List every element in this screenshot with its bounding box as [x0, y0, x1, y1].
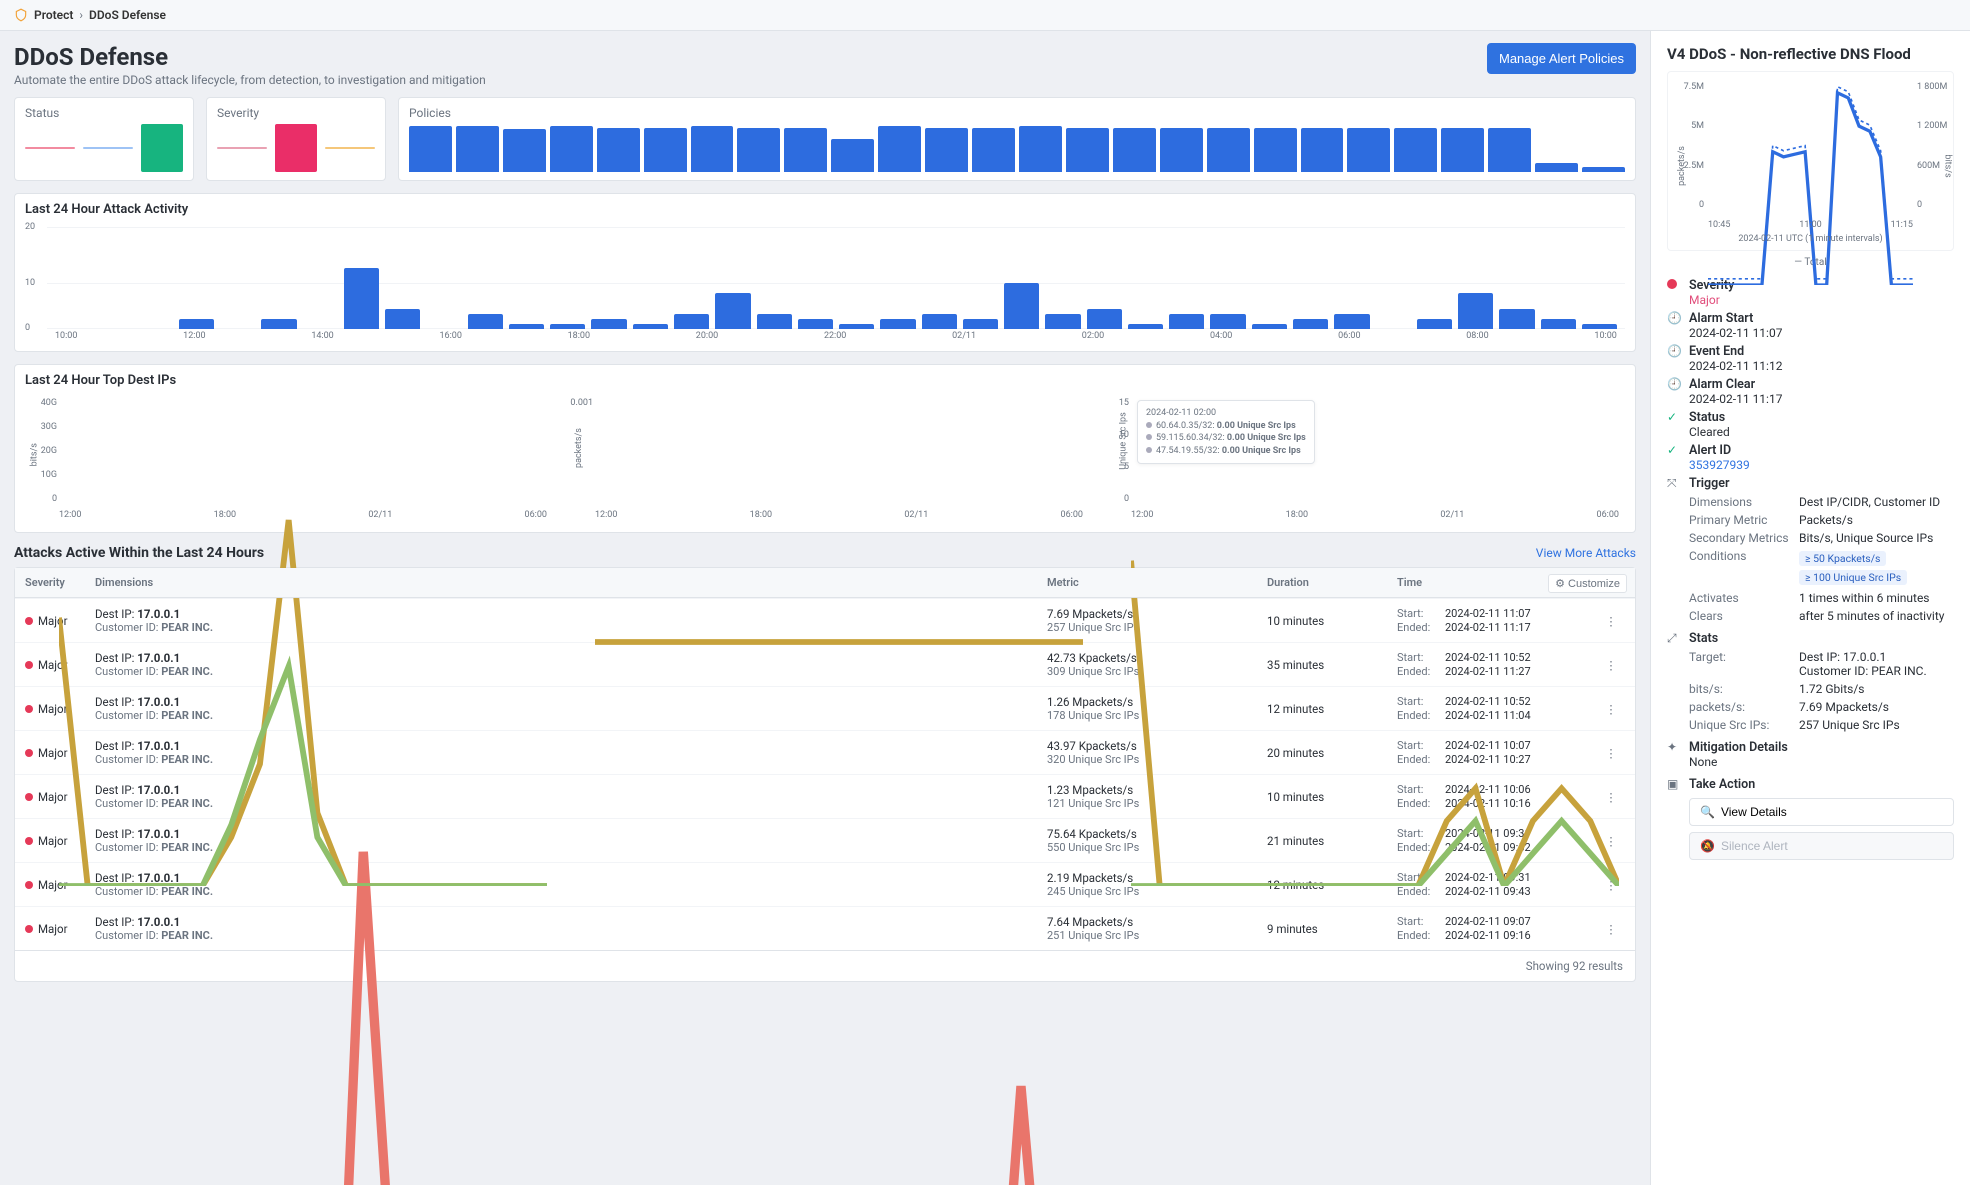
trigger-details: DimensionsDest IP/CIDR, Customer ID Prim… [1689, 495, 1954, 623]
sidebar-xlabel: 2024-02-11 UTC (1 minute intervals) [1668, 234, 1953, 244]
activity-title: Last 24 Hour Attack Activity [25, 202, 1625, 217]
table-footer: Showing 92 results [15, 950, 1635, 981]
col-dimensions[interactable]: Dimensions [95, 576, 1047, 589]
status-value: Cleared [1689, 425, 1730, 439]
sidebar-title: V4 DDoS - Non-reflective DNS Flood [1667, 45, 1954, 63]
status-panel: Status [14, 97, 194, 181]
breadcrumb-page[interactable]: DDoS Defense [89, 8, 166, 22]
breadcrumb-section[interactable]: Protect [34, 8, 73, 22]
col-duration[interactable]: Duration [1267, 576, 1397, 589]
topdest-packets-chart: packets/s 0.001 12:0018:0002/1106:00 [561, 394, 1089, 524]
stats-icon: ⤢ [1667, 631, 1681, 646]
col-metric[interactable]: Metric [1047, 576, 1267, 589]
table-head: Severity Dimensions Metric Duration Time… [15, 568, 1635, 598]
details-sidebar: V4 DDoS - Non-reflective DNS Flood packe… [1650, 31, 1970, 1185]
severity-label: Severity [217, 106, 375, 120]
topdest-title: Last 24 Hour Top Dest IPs [25, 373, 1625, 388]
severity-spark-c [325, 147, 375, 149]
clock-icon: 🕘 [1667, 344, 1681, 358]
alert-id-link[interactable]: 353927939 [1689, 458, 1750, 472]
topdest-panel: Last 24 Hour Top Dest IPs bits/s 40G30G2… [14, 364, 1636, 533]
col-severity[interactable]: Severity [25, 576, 95, 589]
alarm-clear-value: 2024-02-11 11:17 [1689, 392, 1782, 406]
action-icon: ▣ [1667, 777, 1681, 791]
policies-panel: Policies [398, 97, 1636, 181]
topdest-bits-chart: bits/s 40G30G20G10G0 12:0018:0002/1106:0… [25, 394, 553, 524]
activity-chart [55, 227, 1617, 329]
customize-button[interactable]: ⚙ Customize [1548, 574, 1627, 593]
page-subtitle: Automate the entire DDoS attack lifecycl… [14, 73, 486, 87]
policies-sparkline [409, 124, 1625, 172]
severity-value: Major [1689, 293, 1734, 307]
severity-spark-a [217, 147, 267, 149]
alarm-start-value: 2024-02-11 11:07 [1689, 326, 1782, 340]
activity-panel: Last 24 Hour Attack Activity 20 10 0 10:… [14, 193, 1636, 352]
mitigation-value: None [1689, 755, 1788, 769]
event-end-value: 2024-02-11 11:12 [1689, 359, 1782, 373]
clock-icon: 🕘 [1667, 377, 1681, 391]
breadcrumb: Protect › DDoS Defense [0, 0, 1970, 31]
condition-pill: ≥ 100 Unique Src IPs [1799, 570, 1907, 585]
condition-pill: ≥ 50 Kpackets/s [1799, 551, 1886, 566]
status-spark-b [83, 147, 133, 149]
clock-icon: 🕘 [1667, 311, 1681, 325]
topdest-unique-chart: Unique Src Ips 151050 2024-02-11 02:00 6… [1097, 394, 1625, 524]
view-details-button[interactable]: 🔍 View Details [1689, 798, 1954, 826]
mitigation-icon: ✦ [1667, 740, 1681, 754]
status-label: Status [25, 106, 183, 120]
sidebar-chart: packets/s bits/s 7.5M5M2.5M0 1 800M1 200… [1667, 71, 1954, 251]
policies-label: Policies [409, 106, 1625, 120]
check-icon: ✓ [1667, 443, 1681, 457]
shield-icon [14, 8, 28, 22]
page-title: DDoS Defense [14, 43, 486, 71]
severity-spark-b [275, 124, 317, 172]
trigger-icon: ⤧ [1667, 476, 1681, 491]
severity-dot-icon [1667, 278, 1681, 292]
check-icon: ✓ [1667, 410, 1681, 424]
table-row[interactable]: MajorDest IP: 17.0.0.1Customer ID: PEAR … [15, 906, 1635, 950]
status-spark-a [25, 147, 75, 149]
manage-alert-policies-button[interactable]: Manage Alert Policies [1487, 43, 1636, 74]
silence-alert-button[interactable]: 🔕 Silence Alert [1689, 832, 1954, 860]
row-menu-icon[interactable]: ⋮ [1597, 922, 1625, 936]
activity-xaxis: 10:0012:0014:0016:0018:0020:0022:0002/11… [55, 331, 1617, 343]
chevron-right-icon: › [79, 8, 83, 22]
stats-details: Target: Dest IP: 17.0.0.1Customer ID: PE… [1689, 650, 1954, 732]
severity-panel: Severity [206, 97, 386, 181]
status-spark-c [141, 124, 183, 172]
